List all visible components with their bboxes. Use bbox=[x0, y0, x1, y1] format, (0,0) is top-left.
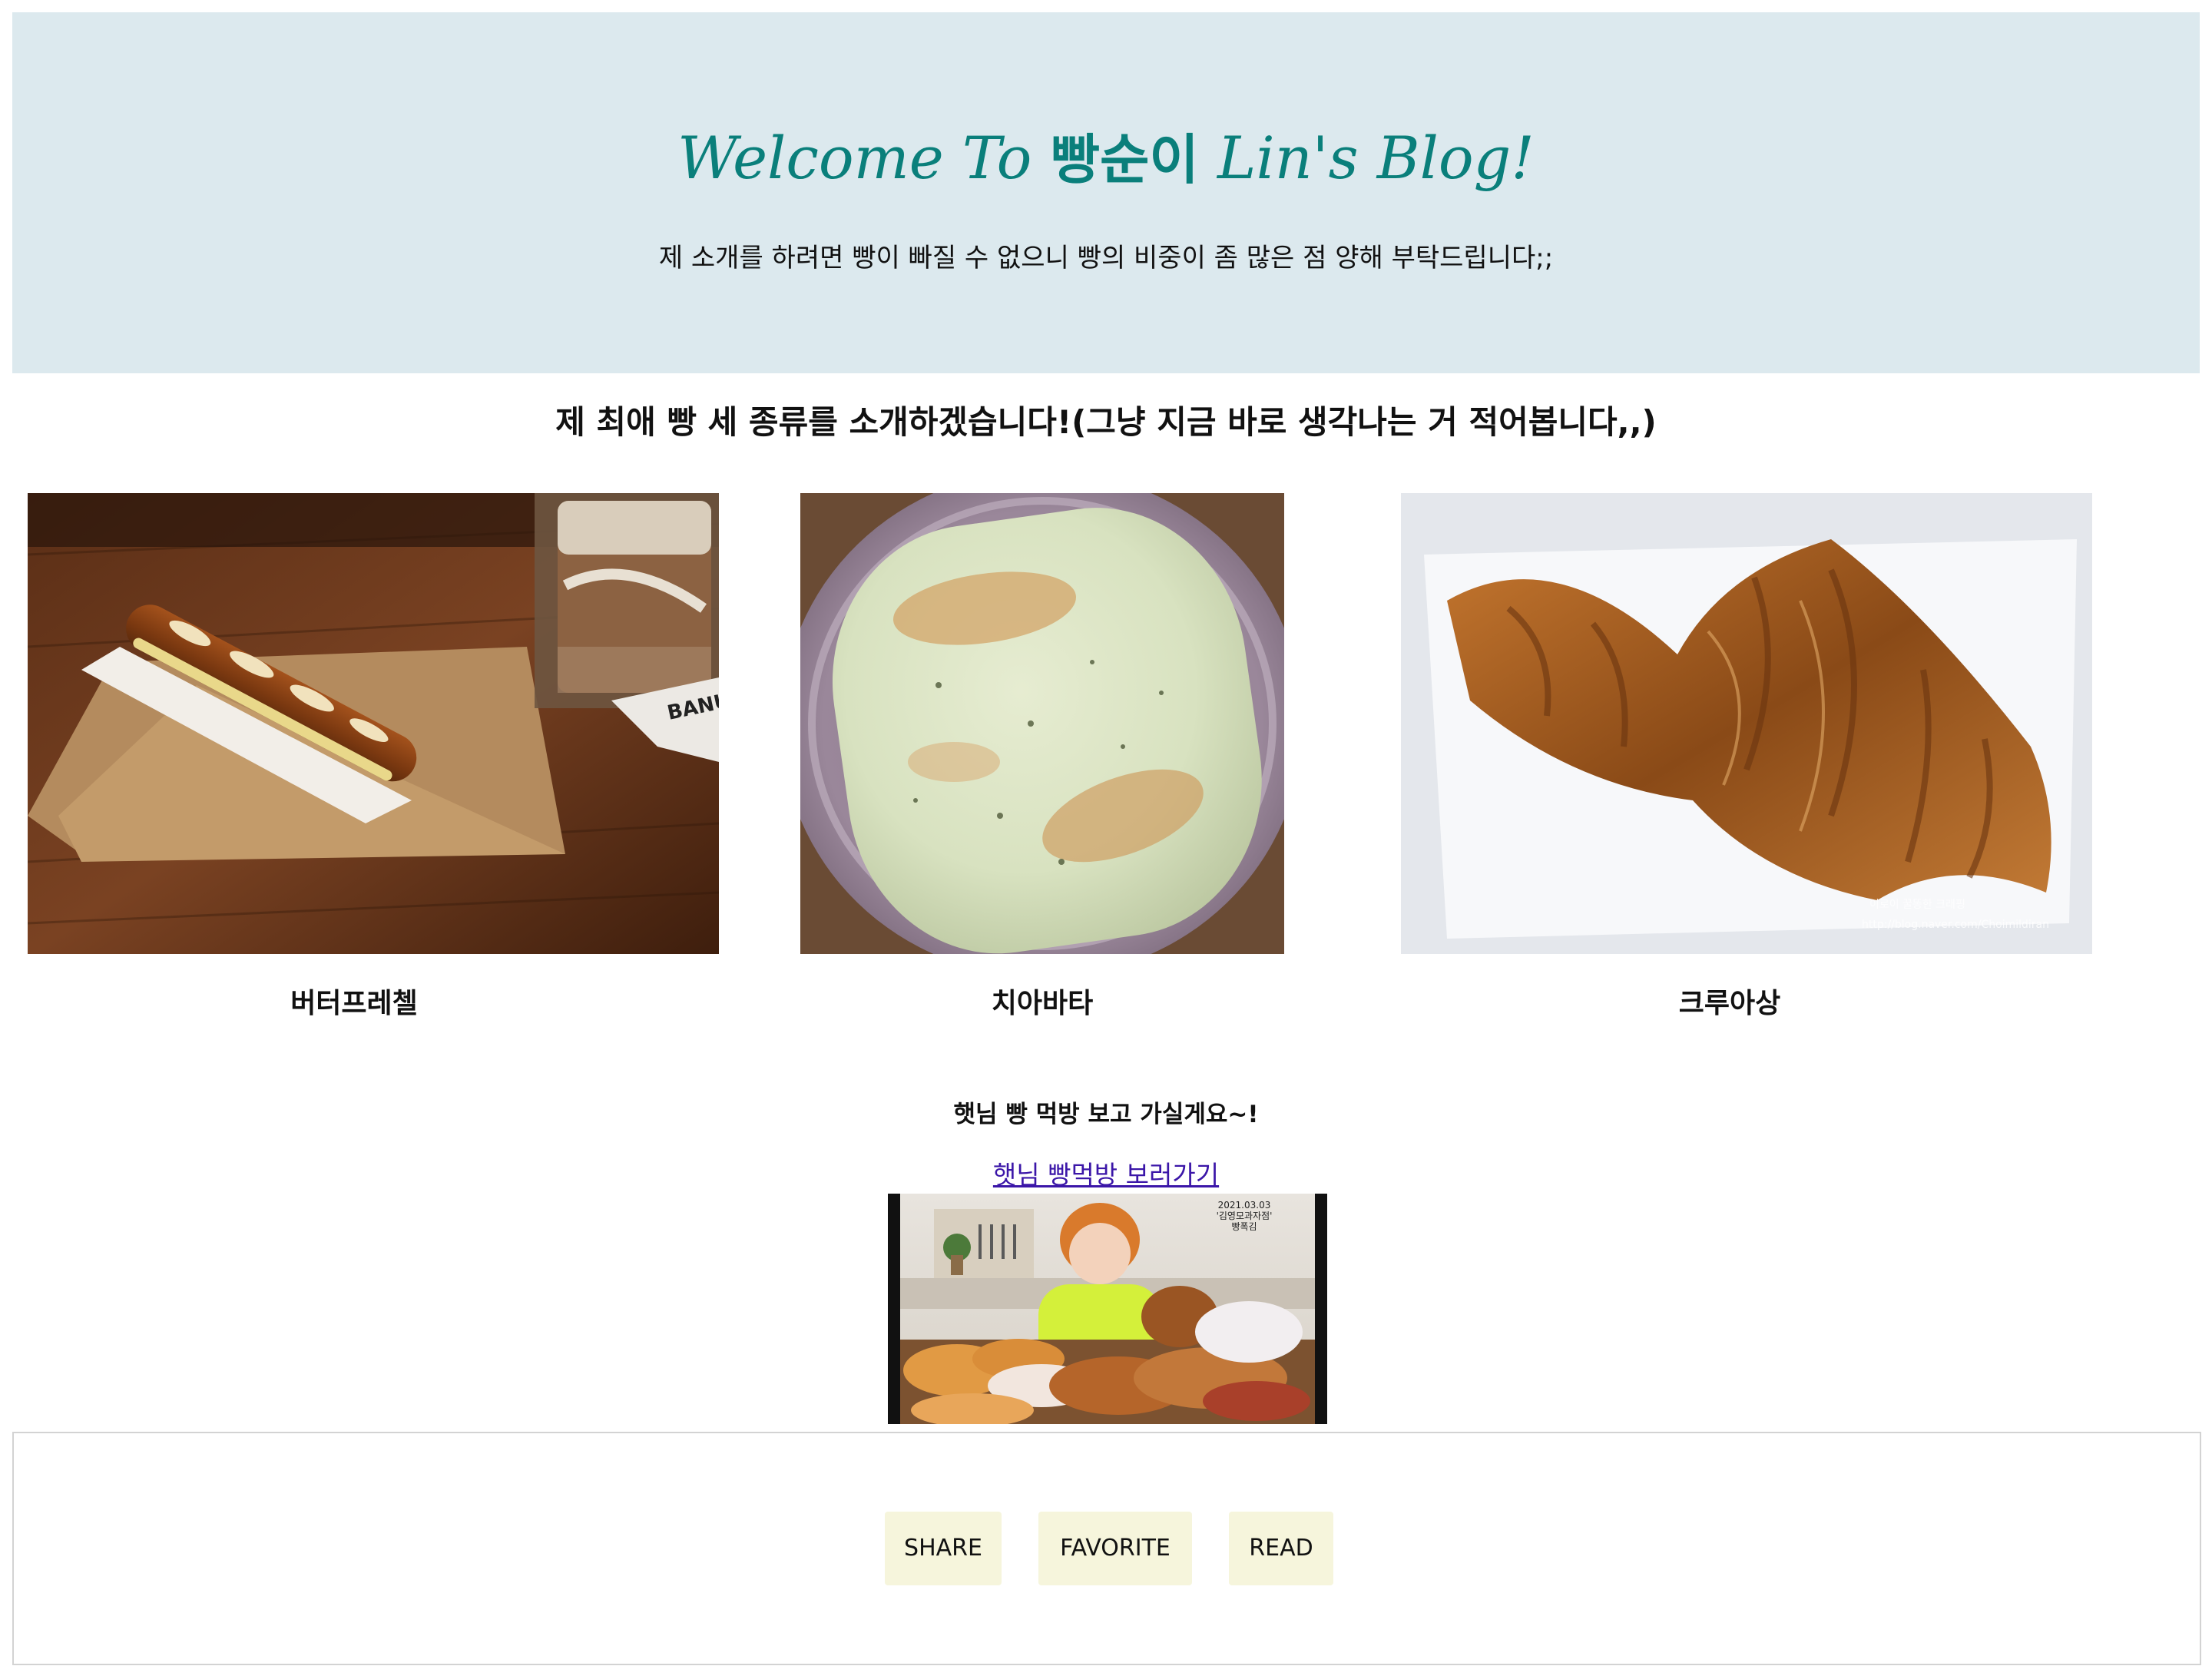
ciabatta-photo bbox=[800, 493, 1284, 954]
svg-text:이로이 꿀똥한 크래핑: 이로이 꿀똥한 크래핑 bbox=[1869, 899, 1965, 911]
title-name: 빵순이 bbox=[1050, 128, 1199, 191]
mukbang-link[interactable]: 햇님 빵먹방 보러가기 bbox=[993, 1160, 1219, 1190]
title-prefix: Welcome To bbox=[677, 124, 1051, 192]
pretzel-photo: BANUU bbox=[28, 493, 719, 954]
mukbang-heading: 햇님 빵 먹방 보고 가실게요~! bbox=[953, 1101, 1259, 1128]
blog-page: Welcome To 빵순이 Lin's Blog! 제 소개를 하려면 빵이 … bbox=[0, 0, 2212, 1676]
favorite-button[interactable]: FAVORITE bbox=[1038, 1512, 1192, 1585]
blog-header: Welcome To 빵순이 Lin's Blog! 제 소개를 하려면 빵이 … bbox=[12, 12, 2200, 373]
footer-bar: SHARE FAVORITE READ bbox=[12, 1432, 2201, 1665]
page-subtitle: 제 소개를 하려면 빵이 빠질 수 없으니 빵의 비중이 좀 많은 점 양해 부… bbox=[658, 243, 1554, 273]
thumbnail-caption: 2021.03.03 '김영모과자점' 빵폭김 bbox=[1198, 1200, 1290, 1232]
mukbang-link-row: 햇님 빵먹방 보러가기 bbox=[0, 1157, 2212, 1194]
share-button[interactable]: SHARE bbox=[885, 1512, 1002, 1585]
ciabatta-label: 치아바타 bbox=[991, 988, 1094, 1019]
thumbnail-caption-line2: 빵폭김 bbox=[1231, 1221, 1257, 1232]
croissant-label: 크루아상 bbox=[1678, 988, 1781, 1019]
pretzel-label: 버터프레첼 bbox=[290, 988, 418, 1019]
title-suffix: Lin's Blog! bbox=[1198, 124, 1535, 192]
mukbang-video-thumbnail[interactable]: 2021.03.03 '김영모과자점' 빵폭김 bbox=[888, 1194, 1327, 1424]
croissant-photo: 이로이 꿀똥한 크래핑 http://blog.naver.com/Choimi… bbox=[1401, 493, 2092, 954]
svg-text:http://blog.naver.com/Choimild: http://blog.naver.com/Choimildiran bbox=[1862, 919, 2049, 931]
favorites-heading: 제 최애 빵 세 종류를 소개하겠습니다!(그냥 지금 바로 생각나는 거 적어… bbox=[555, 403, 1657, 441]
read-button[interactable]: READ bbox=[1229, 1512, 1333, 1585]
thumbnail-caption-line1: '김영모과자점' bbox=[1216, 1211, 1273, 1221]
thumbnail-date: 2021.03.03 bbox=[1217, 1200, 1271, 1211]
page-title: Welcome To 빵순이 Lin's Blog! bbox=[12, 120, 2200, 198]
